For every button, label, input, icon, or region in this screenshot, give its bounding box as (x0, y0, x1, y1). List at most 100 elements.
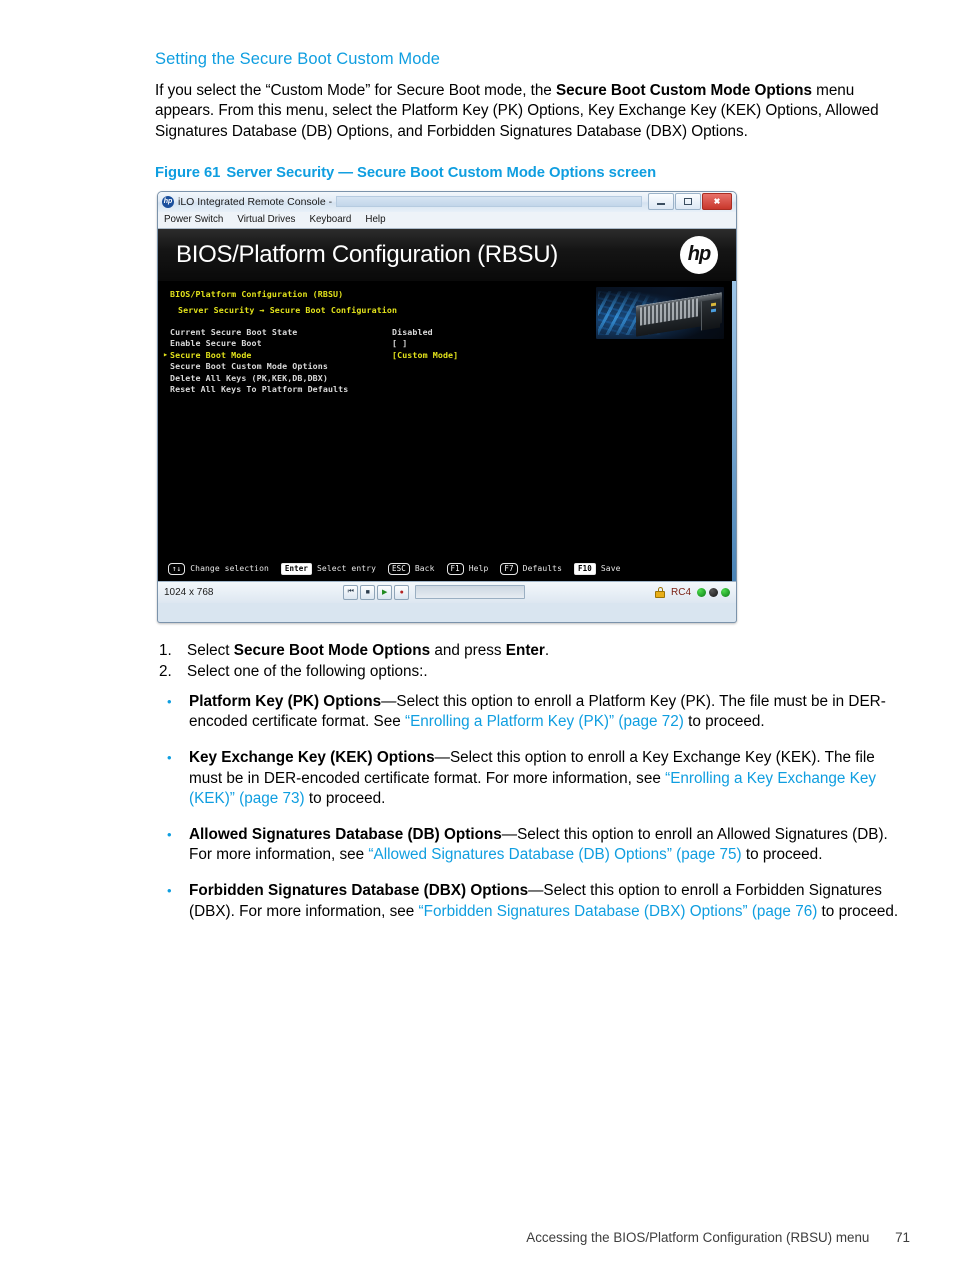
bullet-icon: • (167, 693, 172, 709)
key-enter: Enter (280, 562, 312, 575)
status-indicator-lights (697, 587, 731, 597)
key-hint-help: Help (468, 564, 489, 574)
play-button[interactable]: ▶ (377, 584, 393, 600)
bullet-tail: to proceed. (817, 902, 899, 920)
bullet-icon: • (167, 882, 172, 898)
key-hint-change-selection: Change selection (190, 564, 269, 574)
menu-item-keyboard[interactable]: Keyboard (309, 214, 351, 225)
maximize-button[interactable] (675, 193, 701, 211)
bullet-icon: • (167, 749, 172, 765)
bullet-term: Forbidden Signatures Database (DBX) Opti… (189, 881, 529, 899)
bios-menu-row[interactable]: Enable Secure Boot [ ] (170, 338, 640, 350)
step-text: Select one of the following options:. (187, 663, 428, 681)
key-f10: F10 (574, 562, 596, 575)
bullet-tail: to proceed. (304, 790, 386, 808)
bios-row-label: Reset All Keys To Platform Defaults (170, 384, 349, 395)
step-text-bold: Enter (505, 641, 545, 659)
status-dot-green-1 (697, 587, 707, 597)
list-item: • Key Exchange Key (KEK) Options—Select … (155, 748, 910, 810)
step-text-bold: Secure Boot Mode Options (233, 641, 431, 659)
bios-key-hints: ↑↓ Change selection Enter Select entry E… (168, 562, 628, 575)
key-hint-save: Save (600, 564, 621, 574)
hp-badge-icon: hp (162, 195, 174, 208)
step-text-part: . (544, 641, 550, 659)
list-item: • Allowed Signatures Database (DB) Optio… (155, 825, 910, 866)
rbsu-header-banner: BIOS/Platform Configuration (RBSU) hp (158, 228, 736, 281)
bios-screen: BIOS/Platform Configuration (RBSU) Serve… (158, 280, 736, 581)
cross-reference-link[interactable]: “Forbidden Signatures Database (DBX) Opt… (419, 903, 818, 920)
recording-progress-bar[interactable] (415, 585, 526, 600)
menu-item-help[interactable]: Help (365, 214, 385, 225)
list-item: • Forbidden Signatures Database (DBX) Op… (155, 881, 910, 922)
window-controls: ✖ (648, 193, 732, 211)
page-number: 71 (895, 1230, 910, 1245)
console-statusbar: 1024 x 768 ⏮ ■ ▶ ● RC4 (158, 580, 736, 603)
list-item: 2. Select one of the following options:. (155, 662, 910, 683)
option-bullet-list: • Platform Key (PK) Options—Select this … (155, 692, 910, 922)
hp-logo-icon: hp (680, 235, 718, 274)
cross-reference-link[interactable]: “Allowed Signatures Database (DB) Option… (368, 846, 741, 863)
console-screenshot: hp iLO Integrated Remote Console - ✖ Pow… (157, 190, 737, 623)
intro-paragraph: If you select the “Custom Mode” for Secu… (155, 81, 910, 143)
bullet-term: Allowed Signatures Database (DB) Options (189, 825, 502, 843)
document-page: Setting the Secure Boot Custom Mode If y… (0, 0, 954, 1271)
breadcrumb: Server Security → Secure Boot Configurat… (178, 304, 398, 315)
step-text-part: and press (430, 641, 506, 659)
close-button[interactable]: ✖ (702, 193, 732, 211)
bios-row-label: Secure Boot Custom Mode Options (170, 361, 328, 372)
figure-number: Figure 61 (155, 164, 221, 181)
bios-row-value: Disabled (392, 326, 433, 337)
resolution-label: 1024 x 768 (164, 586, 214, 598)
bullet-text: Forbidden Signatures Database (DBX) Opti… (189, 881, 910, 922)
menu-item-power-switch[interactable]: Power Switch (164, 214, 223, 225)
bios-row-value: [Custom Mode] (392, 349, 459, 360)
list-item: 1. Select Secure Boot Mode Options and p… (155, 641, 910, 662)
key-hint-back: Back (414, 564, 435, 574)
bios-row-value: [ ] (392, 338, 408, 349)
bios-menu-row[interactable]: Delete All Keys (PK,KEK,DB,DBX) (170, 373, 640, 385)
bios-screen-title: BIOS/Platform Configuration (RBSU) (170, 288, 344, 299)
step-text-part: Select (187, 641, 234, 659)
bios-row-label: Secure Boot Mode (170, 349, 252, 360)
key-f1: F1 (446, 562, 464, 575)
page-title: Setting the Secure Boot Custom Mode (155, 50, 441, 68)
key-f7: F7 (500, 562, 518, 575)
page-content: Setting the Secure Boot Custom Mode If y… (155, 50, 910, 937)
cross-reference-link[interactable]: “Enrolling a Platform Key (PK)” (page 72… (405, 713, 684, 730)
step-number: 2. (159, 663, 172, 681)
bullet-term: Key Exchange Key (KEK) Options (189, 748, 435, 766)
numbered-steps: 1. Select Secure Boot Mode Options and p… (155, 641, 910, 683)
stop-button[interactable]: ■ (360, 584, 376, 600)
figure-caption: Figure 61 Server Security — Secure Boot C… (155, 165, 910, 181)
console-window-title: iLO Integrated Remote Console - (178, 195, 333, 208)
bullet-icon: • (167, 826, 172, 842)
figure-caption-text: Server Security — Secure Boot Custom Mod… (226, 164, 657, 181)
page-footer: Accessing the BIOS/Platform Configuratio… (0, 1230, 910, 1245)
footer-title: Accessing the BIOS/Platform Configuratio… (526, 1230, 870, 1245)
minimize-button[interactable] (648, 193, 674, 211)
cipher-label: RC4 (671, 586, 692, 598)
bios-menu-list: Current Secure Boot State Disabled Enabl… (163, 327, 640, 396)
bullet-term: Platform Key (PK) Options (189, 692, 382, 710)
titlebar-filler (336, 196, 642, 208)
status-dot-green-2 (721, 587, 731, 597)
bios-row-label: Enable Secure Boot (170, 338, 262, 349)
rewind-button[interactable]: ⏮ (343, 584, 359, 600)
bios-menu-row-selected[interactable]: ▸ Secure Boot Mode [Custom Mode] (163, 349, 640, 362)
bios-menu-row[interactable]: Current Secure Boot State Disabled (170, 327, 640, 339)
key-hint-select-entry: Select entry (316, 564, 376, 574)
record-button[interactable]: ● (394, 584, 410, 600)
selection-arrow-icon: ▸ (163, 349, 169, 360)
status-dot-dark (709, 587, 719, 597)
key-hint-defaults: Defaults (522, 564, 562, 574)
key-arrows: ↑↓ (168, 562, 186, 575)
bullet-text: Allowed Signatures Database (DB) Options… (189, 825, 910, 866)
bullet-tail: to proceed. (683, 713, 765, 731)
intro-bold-term: Secure Boot Custom Mode Options (555, 81, 812, 99)
bios-menu-row[interactable]: Secure Boot Custom Mode Options (170, 361, 640, 373)
bios-menu-row[interactable]: Reset All Keys To Platform Defaults (170, 384, 640, 396)
rbsu-banner-title: BIOS/Platform Configuration (RBSU) (176, 240, 558, 268)
menu-item-virtual-drives[interactable]: Virtual Drives (237, 214, 295, 225)
step-number: 1. (159, 641, 172, 659)
intro-text-1: If you select the “Custom Mode” for Secu… (155, 81, 556, 99)
